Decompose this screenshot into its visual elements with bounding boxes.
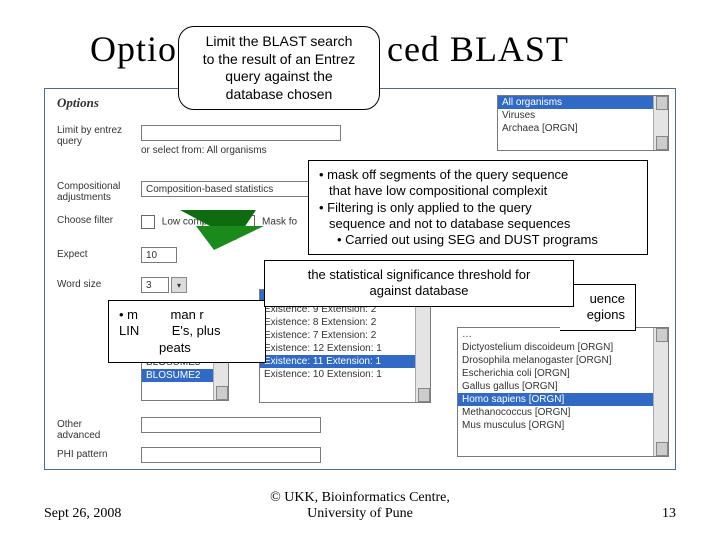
callout-line: • mask off segments of the query sequenc… — [319, 167, 637, 183]
checkbox-lowcomplexity[interactable] — [141, 215, 155, 229]
entrez-query-input[interactable] — [141, 125, 341, 141]
list-item[interactable]: Existence: 8 Extension: 2 — [260, 316, 430, 329]
options-header: Options — [57, 95, 99, 111]
callout-stat: the statistical significance threshold f… — [264, 260, 574, 307]
limit-input-wrap — [141, 125, 341, 144]
list-item[interactable]: All organisms — [498, 96, 668, 109]
callout-repeats: • m man r LIN E's, plus peats — [108, 300, 266, 363]
label-other: Other advanced — [57, 419, 127, 441]
callout-line: that have low compositional complexit — [319, 183, 637, 199]
callout-line: • Filtering is only applied to the query — [319, 200, 637, 216]
word-value: 3 — [146, 280, 152, 291]
expect-value: 10 — [146, 250, 157, 261]
frag: man r — [171, 307, 204, 322]
list-item[interactable]: Methanococcus [ORGN] — [458, 406, 668, 419]
list-item[interactable]: Archaea [ORGN] — [498, 122, 668, 135]
expect-wrap: 10 — [141, 247, 177, 263]
title-back: ced BLAST — [387, 29, 569, 69]
list-item[interactable]: Mus musculus [ORGN] — [458, 419, 668, 432]
organism-listbox-bottom[interactable]: … Dictyostelium discoideum [ORGN] Drosop… — [457, 327, 669, 457]
list-item[interactable]: Homo sapiens [ORGN] — [458, 393, 668, 406]
label-phi: PHI pattern — [57, 449, 127, 460]
label-comp: Compositional adjustments — [57, 181, 127, 203]
phi-input[interactable] — [141, 447, 321, 463]
frag: • m — [119, 307, 138, 322]
list-item[interactable]: Viruses — [498, 109, 668, 122]
label-limit: Limit by entrez query — [57, 125, 127, 147]
callout-line: sequence and not to database sequences — [319, 216, 637, 232]
footer-center: © UKK, Bioinformatics Centre, University… — [0, 490, 720, 522]
slide: Optio ns for advan ced BLAST Options Lim… — [0, 0, 720, 540]
comp-select[interactable]: Composition-based statistics — [141, 181, 321, 197]
comp-value: Composition-based statistics — [146, 184, 273, 195]
expect-input[interactable]: 10 — [141, 247, 177, 263]
list-item[interactable]: Existence: 10 Extension: 1 — [260, 368, 430, 381]
scrollbar[interactable] — [653, 328, 668, 456]
frag: LIN — [119, 323, 139, 338]
title-front: Optio — [90, 29, 177, 69]
callout-line: database chosen — [189, 86, 369, 104]
list-item[interactable]: Drosophila melanogaster [ORGN] — [458, 354, 668, 367]
dropdown-icon[interactable]: ▾ — [171, 277, 187, 293]
footer-center-2: University of Pune — [307, 506, 413, 521]
scrollbar[interactable] — [653, 96, 668, 150]
list-item[interactable]: Existence: 12 Extension: 1 — [260, 342, 430, 355]
callout-line: against database — [275, 283, 563, 299]
footer-page: 13 — [662, 506, 676, 522]
list-item[interactable]: Gallus gallus [ORGN] — [458, 380, 668, 393]
callout-line: • Carried out using SEG and DUST program… — [319, 232, 637, 248]
callout-line: the statistical significance threshold f… — [275, 267, 563, 283]
label-word: Word size — [57, 279, 127, 290]
list-item[interactable]: Dictyostelium discoideum [ORGN] — [458, 341, 668, 354]
callout-line: Limit the BLAST search — [189, 33, 369, 51]
label-mask: Mask fo — [262, 217, 297, 228]
callout-line: peats — [119, 340, 255, 356]
scrollbar[interactable] — [415, 290, 430, 402]
phi-wrap — [141, 447, 321, 466]
callout-line: uence — [570, 291, 625, 307]
frag: E's, plus — [172, 323, 221, 338]
footer-center-1: © UKK, Bioinformatics Centre, — [270, 490, 450, 505]
callout-line: LIN E's, plus — [119, 323, 255, 339]
other-input[interactable] — [141, 417, 321, 433]
list-item[interactable]: Existence: 7 Extension: 2 — [260, 329, 430, 342]
label-expect: Expect — [57, 249, 127, 260]
callout-line: • m man r — [119, 307, 255, 323]
list-item[interactable]: Escherichia coli [ORGN] — [458, 367, 668, 380]
word-wrap: 3 ▾ — [141, 277, 187, 293]
organism-listbox-top[interactable]: All organisms Viruses Archaea [ORGN] — [497, 95, 669, 151]
callout-line: egions — [570, 307, 625, 323]
list-item[interactable]: Existence: 11 Extension: 1 — [260, 355, 430, 368]
other-wrap — [141, 417, 321, 436]
callout-line: to the result of an Entrez — [189, 51, 369, 69]
label-filter: Choose filter — [57, 215, 127, 226]
callout-limit: Limit the BLAST search to the result of … — [178, 26, 380, 110]
pointer-triangle — [196, 226, 264, 250]
word-select[interactable]: 3 — [141, 277, 169, 293]
callout-line: query against the — [189, 68, 369, 86]
callout-mask: • mask off segments of the query sequenc… — [308, 160, 648, 255]
limit-select-text: or select from: All organisms — [141, 145, 267, 156]
